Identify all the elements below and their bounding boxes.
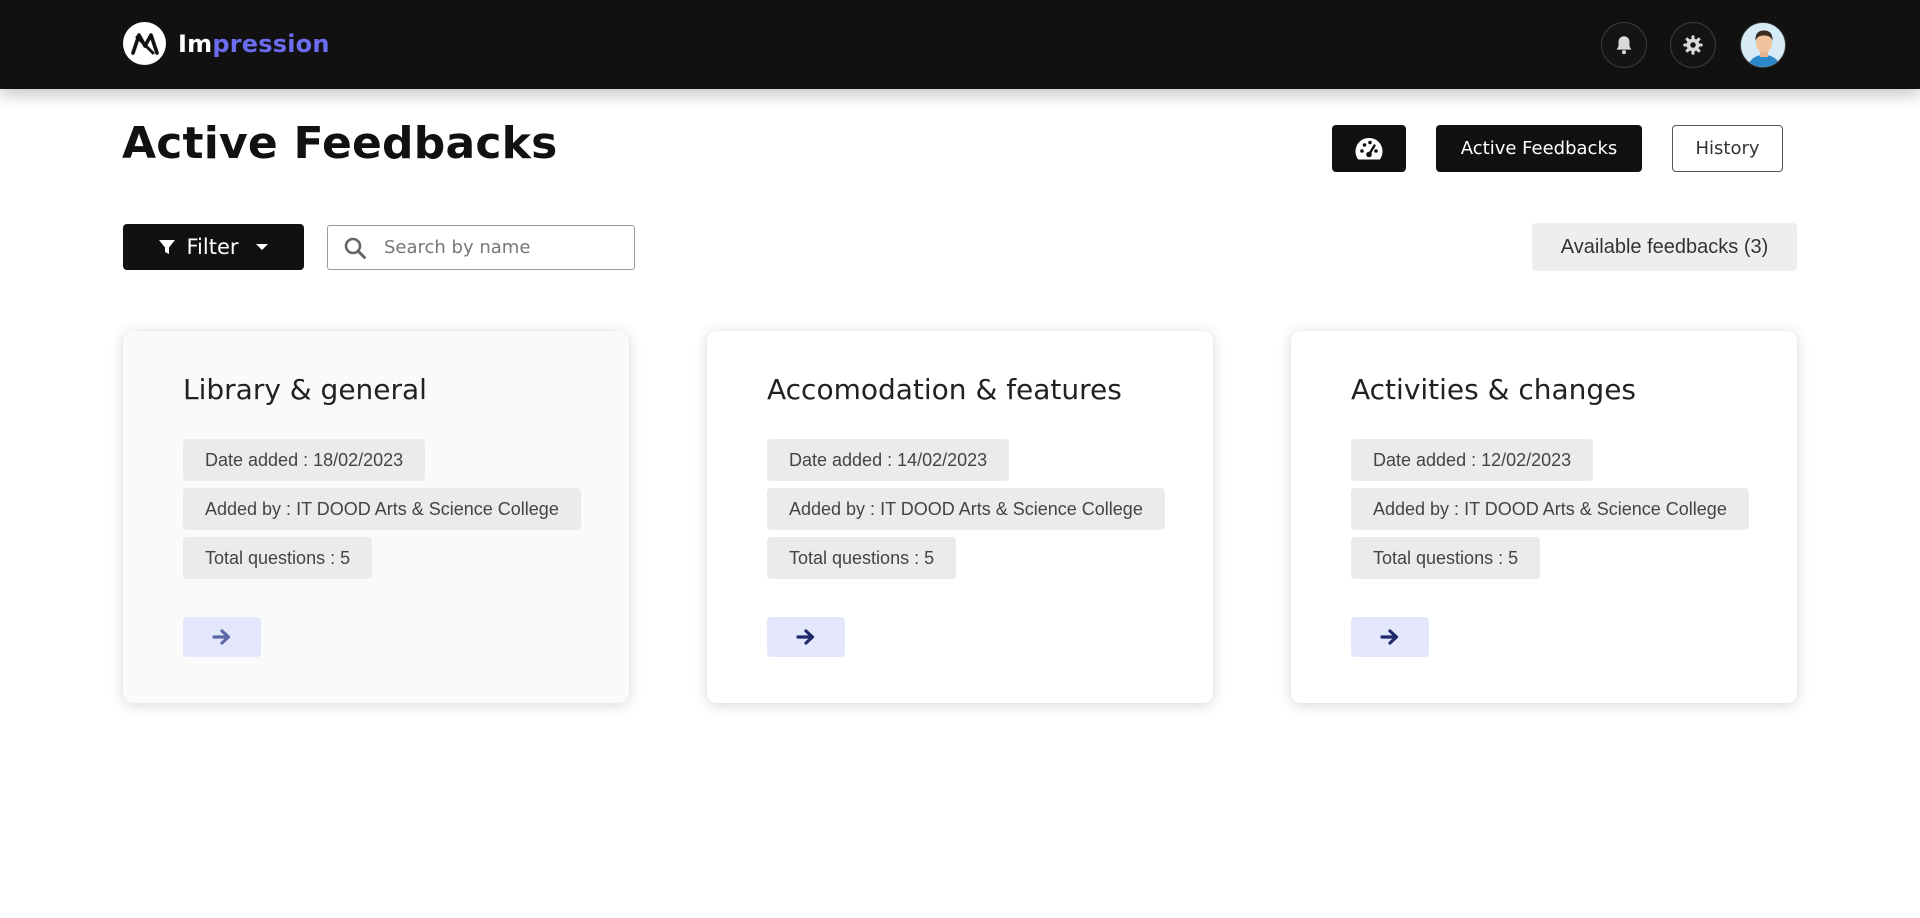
feedback-card: Activities & changes Date added : 12/02/… — [1291, 331, 1797, 703]
arrow-right-icon — [1380, 629, 1399, 645]
brand-name-part2: pression — [212, 29, 330, 58]
feedback-card-title: Library & general — [183, 373, 427, 406]
filter-label: Filter — [186, 235, 239, 259]
open-feedback-button[interactable] — [183, 617, 261, 657]
dashboard-button[interactable] — [1332, 125, 1406, 172]
date-added-chip: Date added : 12/02/2023 — [1351, 439, 1594, 481]
open-feedback-button[interactable] — [1351, 617, 1429, 657]
search-input[interactable] — [384, 237, 614, 258]
added-by-chip: Added by : IT DOOD Arts & Science Colleg… — [767, 488, 1165, 530]
date-added-chip: Date added : 18/02/2023 — [183, 439, 426, 481]
filter-button[interactable]: Filter — [123, 224, 304, 270]
total-questions-chip: Total questions : 5 — [767, 537, 957, 579]
top-navbar: Impression — [0, 0, 1920, 89]
user-avatar-icon — [1741, 23, 1785, 67]
search-icon — [342, 235, 368, 261]
dashboard-gauge-icon — [1355, 137, 1383, 159]
total-questions-chip: Total questions : 5 — [183, 537, 373, 579]
feedback-card-title: Accomodation & features — [767, 373, 1122, 406]
tab-history[interactable]: History — [1672, 125, 1783, 172]
avatar[interactable] — [1740, 22, 1786, 68]
feedback-card: Library & general Date added : 18/02/202… — [123, 331, 629, 703]
added-by-chip: Added by : IT DOOD Arts & Science Colleg… — [183, 488, 581, 530]
bell-icon — [1616, 36, 1632, 55]
date-added-chip: Date added : 14/02/2023 — [767, 439, 1010, 481]
arrow-right-icon — [212, 629, 231, 645]
tab-active-feedbacks[interactable]: Active Feedbacks — [1436, 125, 1642, 172]
settings-button[interactable] — [1670, 22, 1716, 68]
total-questions-chip: Total questions : 5 — [1351, 537, 1541, 579]
logo-mark-icon — [123, 22, 166, 65]
open-feedback-button[interactable] — [767, 617, 845, 657]
brand-logo[interactable]: Impression — [123, 22, 330, 65]
available-feedbacks-badge: Available feedbacks (3) — [1532, 223, 1797, 271]
brand-name: Impression — [178, 30, 330, 58]
brand-name-part1: Im — [178, 29, 213, 58]
added-by-chip: Added by : IT DOOD Arts & Science Colleg… — [1351, 488, 1749, 530]
page-title: Active Feedbacks — [122, 118, 558, 169]
feedback-card-title: Activities & changes — [1351, 373, 1637, 406]
gear-icon — [1683, 35, 1703, 55]
caret-down-icon — [255, 244, 268, 250]
filter-icon — [159, 240, 176, 254]
search-field[interactable] — [327, 225, 635, 270]
notifications-button[interactable] — [1601, 22, 1647, 68]
feedback-card: Accomodation & features Date added : 14/… — [707, 331, 1213, 703]
arrow-right-icon — [796, 629, 815, 645]
